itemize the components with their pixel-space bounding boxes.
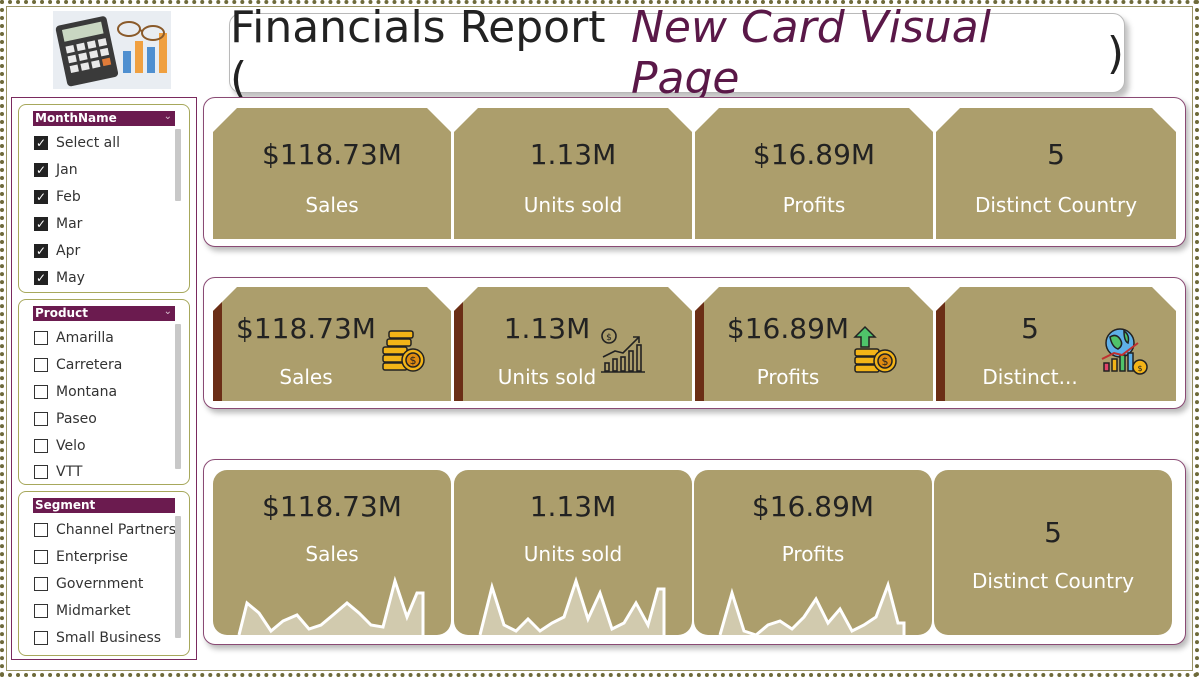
slicer-option[interactable]: Government <box>34 575 143 593</box>
chevron-down-icon[interactable]: ⌄ <box>164 109 172 124</box>
profits-card[interactable]: $16.89M Profits <box>695 108 933 239</box>
slicer-scrollbar[interactable] <box>175 324 181 469</box>
profits-value: $16.89M <box>752 138 876 171</box>
checkbox-icon[interactable] <box>34 385 48 399</box>
checkbox-icon[interactable] <box>34 465 48 479</box>
checkbox-icon[interactable]: ✓ <box>34 136 48 150</box>
country-card[interactable]: 5 Distinct Country <box>936 108 1176 239</box>
slicer-option[interactable]: Montana <box>34 383 117 401</box>
slicer-option[interactable]: ✓ Feb <box>34 188 81 206</box>
units-sparkline <box>478 576 666 635</box>
country-value: 5 <box>1047 138 1065 171</box>
units-label: Units sold <box>523 193 623 217</box>
units-label: Units sold <box>523 542 623 566</box>
chevron-down-icon[interactable]: ⌄ <box>164 304 172 319</box>
product-slicer-header: Product ⌄ <box>33 306 175 321</box>
product-slicer[interactable]: Product ⌄ Amarilla Carretera Montana Pase… <box>18 299 190 485</box>
sales-value: $118.73M <box>262 490 402 523</box>
profit-coins-icon: $ <box>851 325 901 377</box>
slicer-option[interactable]: ✓ Select all <box>34 134 120 152</box>
title-plain: Financials Report ( <box>230 2 606 104</box>
slicer-option[interactable]: Velo <box>34 437 86 455</box>
month-slicer[interactable]: MonthName ⌄ ✓ Select all ✓ Jan ✓ Feb ✓ Mar ✓ A… <box>18 104 190 293</box>
svg-text:$: $ <box>606 333 612 343</box>
slicer-option[interactable]: Amarilla <box>34 329 114 347</box>
svg-text:$: $ <box>882 355 889 368</box>
country-spark-card[interactable]: 5 Distinct Country <box>934 470 1172 635</box>
checkbox-icon[interactable]: ✓ <box>34 271 48 285</box>
sales-spark-card[interactable]: $118.73M Sales <box>213 470 451 635</box>
card-row-icons: $118.73M Sales $ 1.13M Units sold $ $16.… <box>203 277 1186 409</box>
country-icon-card[interactable]: 5 Distinct... $ <box>936 287 1176 401</box>
units-card[interactable]: 1.13M Units sold <box>454 108 692 239</box>
slicer-option[interactable]: Paseo <box>34 410 97 428</box>
checkbox-icon[interactable] <box>34 331 48 345</box>
profits-spark-card[interactable]: $16.89M Profits <box>694 470 932 635</box>
checkbox-icon[interactable]: ✓ <box>34 163 48 177</box>
checkbox-icon[interactable]: ✓ <box>34 244 48 258</box>
coin-stack-icon: $ <box>379 327 429 377</box>
sales-sparkline <box>237 575 425 635</box>
units-spark-card[interactable]: 1.13M Units sold <box>454 470 692 635</box>
checkbox-icon[interactable]: ✓ <box>34 190 48 204</box>
card-row-sparkline: $118.73M Sales 1.13M Units sold $16.89M … <box>203 459 1186 645</box>
profits-label: Profits <box>781 542 845 566</box>
country-label: Distinct Country <box>974 193 1138 217</box>
sales-label: Sales <box>305 193 359 217</box>
profits-value: $16.89M <box>751 490 875 523</box>
slicer-option[interactable]: ✓ Jan <box>34 161 78 179</box>
checkbox-icon[interactable] <box>34 439 48 453</box>
growth-chart-icon: $ <box>599 327 647 375</box>
slicer-option[interactable]: ✓ May <box>34 269 85 287</box>
calculator-logo <box>53 11 171 89</box>
svg-text:$: $ <box>1137 364 1142 373</box>
globe-chart-icon: $ <box>1100 325 1150 377</box>
checkbox-icon[interactable] <box>34 412 48 426</box>
segment-slicer-header: Segment <box>33 498 175 513</box>
slicer-option[interactable]: ✓ Mar <box>34 215 82 233</box>
slicer-option[interactable]: Carretera <box>34 356 122 374</box>
title-close: ) <box>1106 27 1124 79</box>
units-icon-card[interactable]: 1.13M Units sold $ <box>454 287 692 401</box>
units-value: 1.13M <box>529 490 617 523</box>
slicer-scrollbar[interactable] <box>175 516 181 638</box>
country-value: 5 <box>1044 516 1062 549</box>
slicer-option[interactable]: ✓ Apr <box>34 242 80 260</box>
checkbox-icon[interactable] <box>34 604 48 618</box>
profits-label: Profits <box>782 193 846 217</box>
profits-icon-card[interactable]: $16.89M Profits $ <box>695 287 933 401</box>
checkbox-icon[interactable]: ✓ <box>34 217 48 231</box>
checkbox-icon[interactable] <box>34 577 48 591</box>
card-row-notched: $118.73M Sales 1.13M Units sold $16.89M … <box>203 97 1186 247</box>
checkbox-icon[interactable] <box>34 523 48 537</box>
country-label: Distinct Country <box>971 569 1135 593</box>
svg-text:$: $ <box>410 354 417 367</box>
sales-value: $118.73M <box>262 138 402 171</box>
slicer-option[interactable]: Midmarket <box>34 602 131 620</box>
segment-slicer[interactable]: Segment Channel Partners Enterprise Gove… <box>18 491 190 656</box>
checkbox-icon[interactable] <box>34 358 48 372</box>
sales-icon-card[interactable]: $118.73M Sales $ <box>213 287 451 401</box>
units-value: 1.13M <box>529 138 617 171</box>
checkbox-icon[interactable] <box>34 631 48 645</box>
slicer-scrollbar[interactable] <box>175 129 181 201</box>
sales-card[interactable]: $118.73M Sales <box>213 108 451 239</box>
slicer-option[interactable]: VTT <box>34 463 82 481</box>
report-title: Financials Report (New Card Visual Page) <box>229 2 1125 104</box>
slicer-option[interactable]: Small Business <box>34 629 161 647</box>
checkbox-icon[interactable] <box>34 550 48 564</box>
sales-label: Sales <box>305 542 359 566</box>
month-slicer-header: MonthName ⌄ <box>33 111 175 126</box>
title-italic: New Card Visual Page <box>631 2 991 104</box>
profits-sparkline <box>718 580 906 635</box>
slicer-option[interactable]: Enterprise <box>34 548 128 566</box>
slicer-option[interactable]: Channel Partners <box>34 521 176 539</box>
